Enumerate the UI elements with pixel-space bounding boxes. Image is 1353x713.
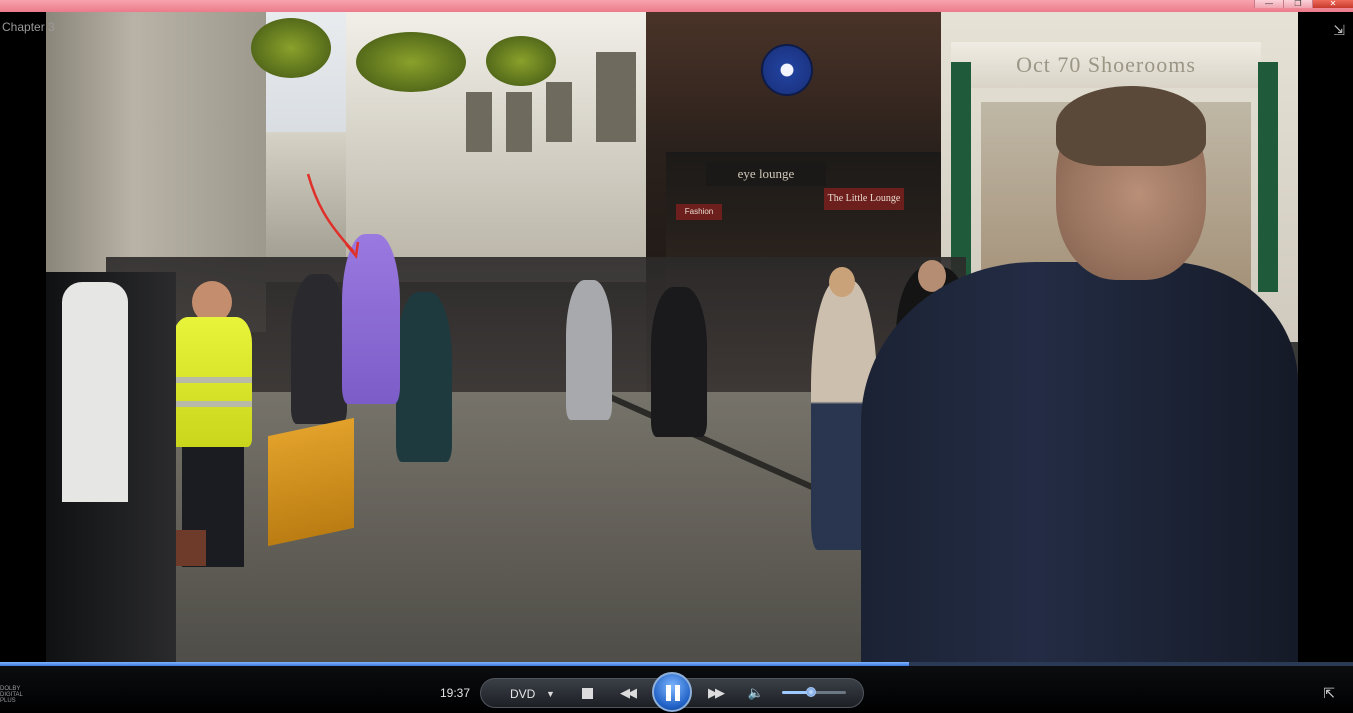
previous-button[interactable]: ◀◀ bbox=[612, 684, 642, 702]
dvd-menu-button[interactable]: DVD bbox=[510, 685, 535, 703]
pedestrian bbox=[566, 280, 612, 420]
hanging-basket bbox=[356, 32, 466, 92]
green-post bbox=[1258, 62, 1278, 292]
speaker-icon[interactable]: 🔈 bbox=[747, 684, 765, 702]
volume-slider[interactable] bbox=[782, 687, 846, 697]
yellow-dustpan bbox=[268, 417, 354, 547]
media-player-window: — ❐ ✕ eye lounge The Little Lounge Fashi… bbox=[0, 0, 1353, 713]
fullscreen-icon[interactable]: ⇱ bbox=[1323, 685, 1335, 702]
video-frame[interactable]: eye lounge The Little Lounge Fashion Oct… bbox=[46, 12, 1298, 664]
volume-knob[interactable] bbox=[805, 687, 816, 697]
shop-sign-tertiary: Fashion bbox=[676, 204, 722, 220]
dolby-logo: DOLBY DIGITAL PLUS bbox=[0, 686, 23, 704]
elapsed-time: 19:37 bbox=[440, 686, 471, 700]
foreground-man-hair bbox=[1056, 86, 1206, 166]
title-bar: — ❐ ✕ bbox=[0, 0, 1353, 12]
restore-icon[interactable]: ❐ bbox=[1283, 0, 1312, 8]
stop-icon bbox=[581, 688, 593, 699]
chapter-label: Chapter 3 bbox=[2, 20, 55, 34]
pedestrian bbox=[651, 287, 707, 437]
blue-clock bbox=[761, 44, 813, 96]
switch-view-icon[interactable]: ⇲ bbox=[1333, 22, 1345, 39]
shop-sign: eye lounge bbox=[706, 162, 826, 186]
close-icon[interactable]: ✕ bbox=[1312, 0, 1353, 8]
window-controls: — ❐ ✕ bbox=[1254, 0, 1353, 8]
pedestrian bbox=[291, 274, 347, 424]
red-arrow-annotation bbox=[306, 173, 360, 259]
hanging-basket bbox=[251, 18, 331, 78]
pedestrian-head bbox=[829, 267, 855, 297]
pedestrian bbox=[396, 292, 452, 462]
next-button[interactable]: ▶▶ bbox=[700, 684, 730, 702]
chevron-down-icon[interactable]: ▼ bbox=[546, 685, 555, 703]
hanging-basket bbox=[486, 36, 556, 86]
foreground-man-jacket bbox=[861, 262, 1298, 664]
stop-button[interactable] bbox=[580, 685, 594, 703]
pause-icon bbox=[666, 685, 671, 701]
minimize-icon[interactable]: — bbox=[1254, 0, 1283, 8]
shop-sign-secondary: The Little Lounge bbox=[824, 188, 904, 210]
foreground-shirt bbox=[62, 282, 128, 502]
shop-fascia: Oct 70 Shoerooms bbox=[951, 42, 1261, 88]
pause-button[interactable] bbox=[652, 672, 692, 712]
pause-icon bbox=[675, 685, 680, 701]
